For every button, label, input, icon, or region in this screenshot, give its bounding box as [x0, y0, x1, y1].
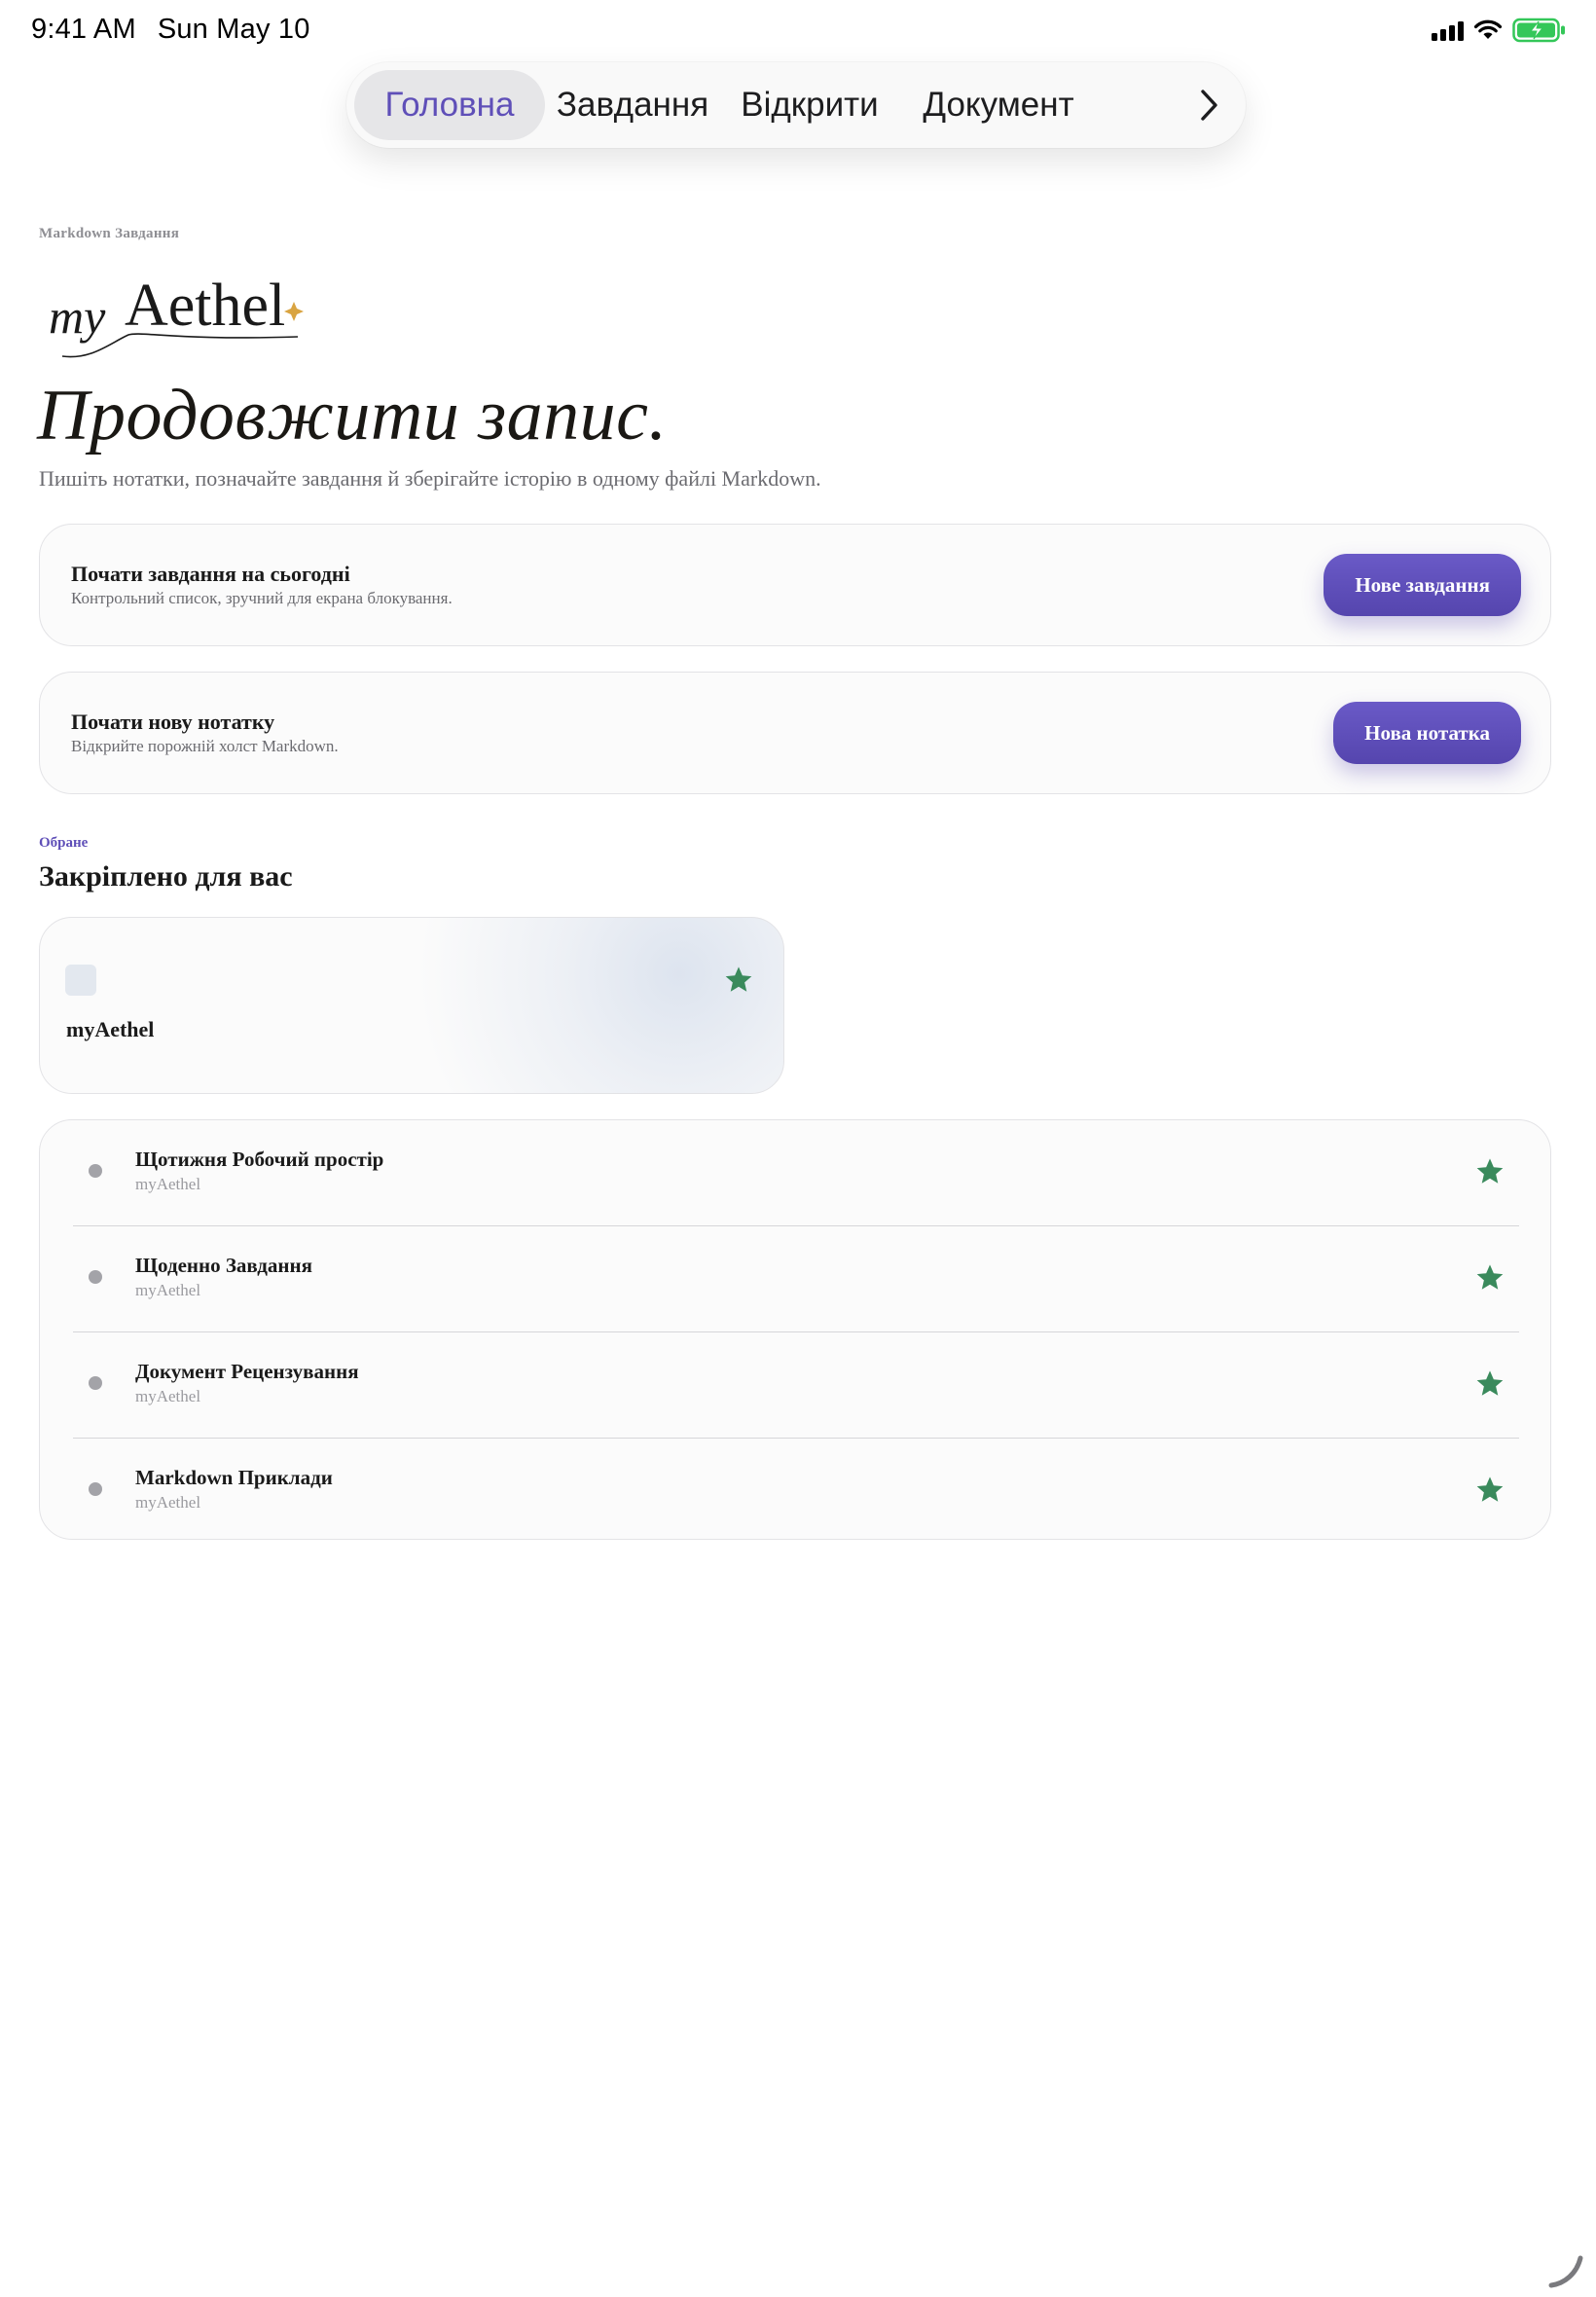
list-item-title: Markdown Приклади	[135, 1466, 333, 1489]
new-task-card-description: Контрольний список, зручний для екрана б…	[71, 589, 453, 607]
page-title: Продовжити запис.	[37, 376, 668, 456]
list-item-subtitle: myAethel	[135, 1493, 201, 1512]
tab-tasks[interactable]: Завдання	[553, 70, 712, 140]
new-note-button[interactable]: Нова нотатка	[1333, 702, 1521, 764]
favorites-title: Закріплено для вас	[39, 860, 293, 893]
new-note-card-title: Почати нову нотатку	[71, 710, 275, 734]
bullet-icon	[89, 1270, 102, 1284]
tab-home[interactable]: Головна	[354, 70, 545, 140]
wifi-icon	[1473, 19, 1503, 39]
status-date: Sun May 10	[157, 14, 310, 45]
list-item[interactable]: Документ Рецензування myAethel	[73, 1332, 1519, 1439]
list-item-title: Щотижня Робочий простір	[135, 1148, 384, 1171]
tab-document[interactable]: Документ	[903, 70, 1094, 140]
cellular-signal-icon	[1432, 19, 1464, 41]
bullet-icon	[89, 1164, 102, 1178]
new-task-card-title: Почати завдання на сьогодні	[71, 562, 350, 586]
list-item[interactable]: Щоденно Завдання myAethel	[73, 1226, 1519, 1332]
tab-open[interactable]: Відкрити	[728, 70, 891, 140]
status-time: 9:41 AM	[31, 14, 136, 45]
star-icon[interactable]	[723, 965, 754, 996]
myaethel-logo: my Aethel	[49, 273, 304, 358]
star-icon[interactable]	[1474, 1475, 1505, 1506]
list-item-subtitle: myAethel	[135, 1175, 201, 1193]
resize-handle-icon[interactable]	[1547, 2254, 1586, 2289]
pinned-document-name: myAethel	[66, 1017, 155, 1041]
page-subtitle: Пишіть нотатки, позначайте завдання й зб…	[39, 466, 821, 491]
list-item-title: Щоденно Завдання	[135, 1254, 312, 1277]
star-icon[interactable]	[1474, 1262, 1505, 1294]
list-item[interactable]: Markdown Приклади myAethel	[73, 1439, 1519, 1544]
top-tab-bar: Головна Завдання Відкрити Документ	[346, 62, 1246, 148]
list-item[interactable]: Щотижня Робочий простір myAethel	[73, 1120, 1519, 1226]
list-item-subtitle: myAethel	[135, 1387, 201, 1405]
star-icon[interactable]	[1474, 1368, 1505, 1400]
favorites-list: Щотижня Робочий простір myAethel Щоденно…	[39, 1119, 1551, 1540]
status-bar-indicators	[1432, 18, 1567, 43]
svg-text:my: my	[49, 289, 106, 344]
bullet-icon	[89, 1376, 102, 1390]
list-item-title: Документ Рецензування	[135, 1360, 359, 1383]
chevron-right-icon[interactable]	[1197, 88, 1220, 123]
star-icon[interactable]	[1474, 1156, 1505, 1187]
new-task-button[interactable]: Нове завдання	[1324, 554, 1521, 616]
svg-text:Aethel: Aethel	[125, 273, 285, 339]
list-item-subtitle: myAethel	[135, 1281, 201, 1299]
document-icon	[65, 965, 96, 996]
status-bar-time: 9:41 AM Sun May 10	[31, 14, 310, 46]
bullet-icon	[89, 1482, 102, 1496]
new-note-card: Почати нову нотатку Відкрийте порожній х…	[39, 672, 1551, 794]
new-note-card-description: Відкрийте порожній холст Markdown.	[71, 737, 339, 755]
app-eyebrow: Markdown Завдання	[39, 226, 180, 241]
pinned-document-card[interactable]: myAethel	[39, 917, 784, 1094]
new-task-card: Почати завдання на сьогодні Контрольний …	[39, 524, 1551, 646]
battery-charging-icon	[1512, 18, 1565, 43]
favorites-kicker: Обране	[39, 835, 89, 851]
